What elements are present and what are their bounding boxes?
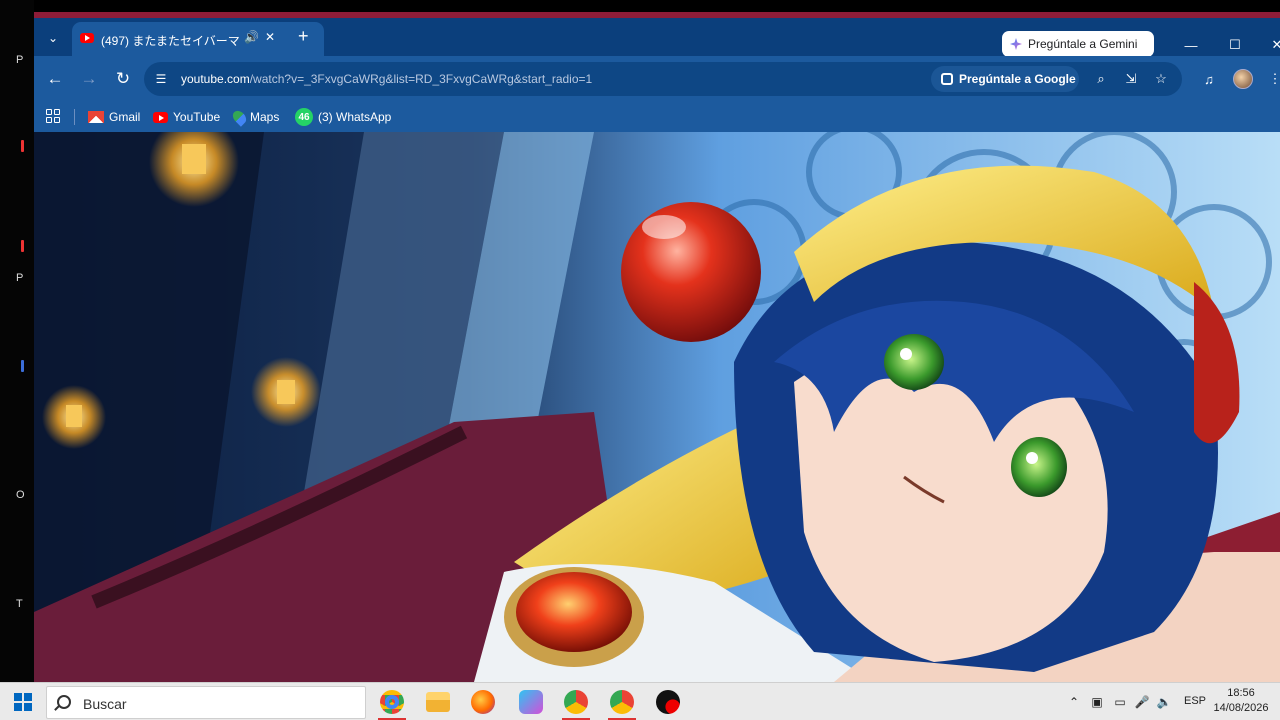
- desktop-icon-marker: [21, 140, 24, 152]
- gemini-star-icon: [1010, 38, 1022, 50]
- desktop-background: P P O T: [0, 0, 34, 682]
- avatar-icon[interactable]: [1233, 69, 1253, 89]
- bookmark-label: Maps: [250, 110, 280, 124]
- chrome-icon[interactable]: [380, 690, 404, 714]
- battery-icon[interactable]: ▭: [1112, 694, 1128, 710]
- youtube-icon: [153, 111, 168, 123]
- media-controls-icon[interactable]: ♫: [1198, 68, 1220, 90]
- network-icon[interactable]: ▣: [1089, 694, 1105, 710]
- tune-icon[interactable]: ☰: [152, 70, 170, 88]
- clock-time: 18:56: [1227, 687, 1255, 699]
- browser-window: ⌄ (497) またまたセイバーマリオネ 🔊 ✕ + Pregúntale a …: [34, 12, 1280, 682]
- ask-google-label: Pregúntale a Google: [959, 72, 1076, 86]
- kebab-menu-icon[interactable]: ⋮: [1264, 68, 1280, 90]
- desktop-icon-label[interactable]: P: [16, 54, 23, 66]
- apps-grid-icon[interactable]: [46, 109, 60, 123]
- desktop-icon-label[interactable]: T: [16, 598, 23, 610]
- youtube-favicon-icon: [80, 33, 94, 43]
- taskbar-search-field[interactable]: Buscar: [46, 686, 366, 719]
- clock-date: 14/08/2026: [1213, 702, 1269, 714]
- url-text[interactable]: youtube.com/watch?v=_3FxvgCaWRg&list=RD_…: [181, 72, 592, 86]
- bookmark-label: Gmail: [109, 110, 141, 124]
- gemini-button[interactable]: Pregúntale a Gemini: [1002, 31, 1154, 57]
- desktop-icon-marker: [21, 240, 24, 252]
- new-tab-plus-icon[interactable]: +: [298, 26, 309, 46]
- browser-tab-active[interactable]: (497) またまたセイバーマリオネ 🔊 ✕: [72, 22, 324, 56]
- forward-arrow-icon[interactable]: →: [77, 67, 101, 91]
- tab-close-icon[interactable]: ✕: [265, 30, 275, 44]
- file-explorer-icon[interactable]: [426, 692, 450, 712]
- video-artwork: [34, 132, 1280, 682]
- whatsapp-icon: 46: [295, 108, 313, 126]
- magnifier-icon[interactable]: ⌕: [1092, 70, 1110, 88]
- gmail-icon: [88, 111, 104, 123]
- install-app-icon[interactable]: ⇲: [1122, 70, 1140, 88]
- app-icon-red-black[interactable]: [656, 690, 680, 714]
- capcut-icon[interactable]: [519, 690, 543, 714]
- chevron-up-icon[interactable]: ⌃: [1066, 694, 1082, 710]
- maps-icon: [230, 107, 249, 127]
- language-indicator[interactable]: ESP: [1184, 695, 1206, 707]
- taskbar-clock[interactable]: 18:56 14/08/2026: [1210, 686, 1272, 716]
- taskbar-search-placeholder: Buscar: [83, 696, 127, 712]
- ask-google-button[interactable]: Pregúntale a Google: [931, 66, 1079, 92]
- bookmark-separator: [74, 109, 75, 125]
- url-path: /watch?v=_3FxvgCaWRg&list=RD_3FxvgCaWRg&…: [249, 72, 593, 86]
- speaker-icon[interactable]: 🔊: [244, 30, 259, 44]
- windows-taskbar: Buscar ⌃ ▣ ▭ 🎤 🔈 ESP 18:56 14/08/2026: [0, 682, 1280, 720]
- search-icon: [57, 695, 71, 709]
- volume-icon[interactable]: 🔈: [1156, 694, 1172, 710]
- reload-icon[interactable]: ↻: [111, 67, 135, 91]
- desktop-icon-label[interactable]: O: [16, 489, 25, 501]
- bookmark-label: (3) WhatsApp: [318, 110, 392, 124]
- tab-strip: ⌄ (497) またまたセイバーマリオネ 🔊 ✕ + Pregúntale a …: [34, 18, 1280, 57]
- bookmark-label: YouTube: [173, 110, 221, 124]
- bookmarks-bar: Gmail YouTube Maps 46 (3) WhatsApp: [34, 102, 1280, 132]
- firefox-icon[interactable]: [471, 690, 495, 714]
- page-viewport[interactable]: [34, 132, 1280, 682]
- bookmark-maps[interactable]: Maps: [230, 107, 280, 127]
- star-icon[interactable]: ☆: [1152, 70, 1170, 88]
- url-domain: youtube.com: [181, 72, 250, 86]
- address-bar[interactable]: ☰ youtube.com/watch?v=_3FxvgCaWRg&list=R…: [144, 62, 1182, 96]
- desktop-icon-label[interactable]: P: [16, 272, 23, 284]
- desktop-screen: P P O T ⌄ (497) またまたセイバーマリオネ 🔊 ✕ + Pregú…: [0, 0, 1280, 720]
- bookmark-whatsapp[interactable]: 46 (3) WhatsApp: [295, 108, 391, 126]
- bookmark-gmail[interactable]: Gmail: [88, 108, 140, 126]
- back-arrow-icon[interactable]: ←: [43, 67, 67, 91]
- bookmark-youtube[interactable]: YouTube: [153, 108, 220, 126]
- windows-start-icon[interactable]: [14, 693, 32, 711]
- google-lens-icon: [941, 73, 953, 85]
- tab-title: (497) またまたセイバーマリオネ: [101, 34, 239, 48]
- microphone-icon[interactable]: 🎤: [1134, 694, 1150, 710]
- desktop-icon-marker: [21, 360, 24, 372]
- browser-toolbar: ← → ↻ ☰ youtube.com/watch?v=_3FxvgCaWRg&…: [34, 56, 1280, 102]
- chrome-profile-icon[interactable]: [564, 690, 588, 714]
- chrome-profile-icon-2[interactable]: [610, 690, 634, 714]
- tab-search-chevron-icon[interactable]: ⌄: [42, 27, 64, 49]
- gemini-button-label: Pregúntale a Gemini: [1028, 37, 1138, 51]
